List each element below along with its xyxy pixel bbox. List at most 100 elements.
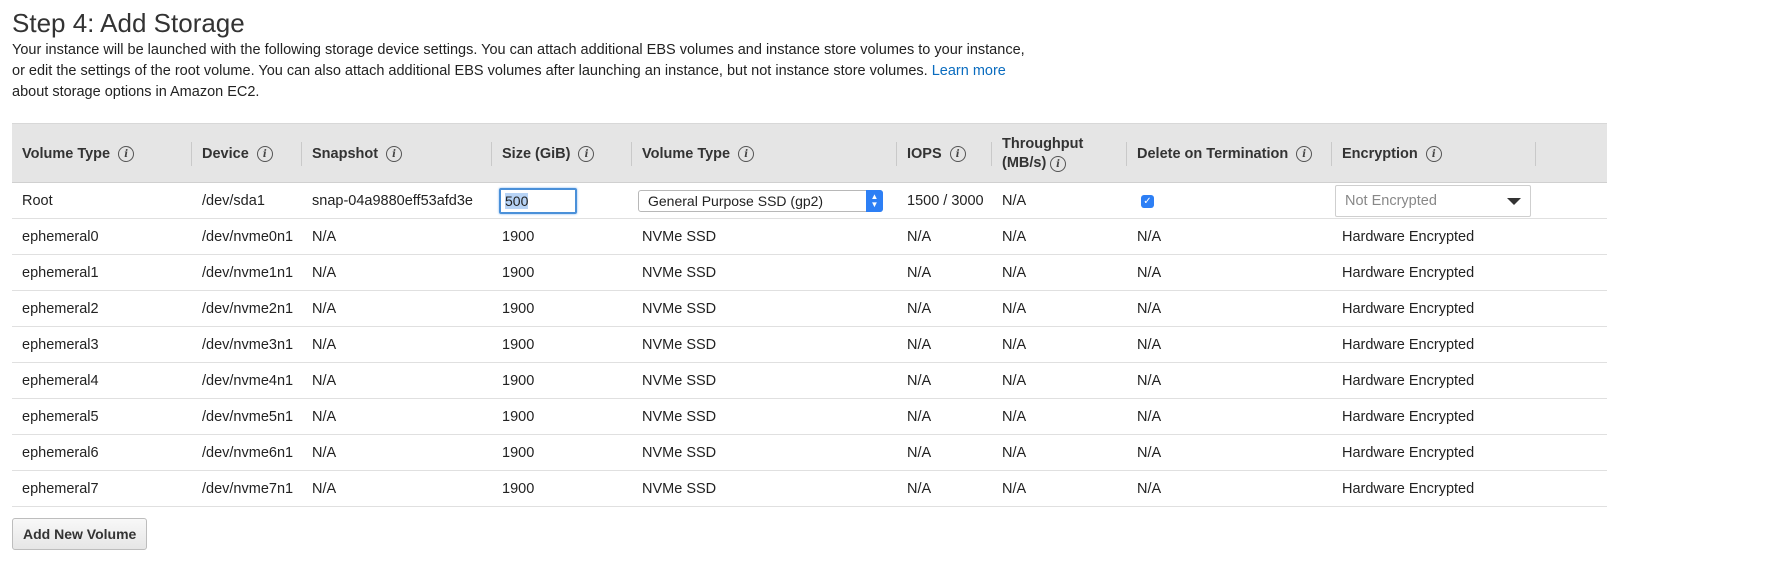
cell-delete-on-termination: N/A: [1137, 409, 1162, 425]
encryption-select-value: Not Encrypted: [1345, 193, 1437, 209]
cell-encryption: Hardware Encrypted: [1342, 445, 1475, 461]
header-snapshot: Snapshot i: [302, 124, 492, 184]
info-icon[interactable]: i: [1296, 146, 1313, 162]
cell-device: /dev/nvme1n1: [202, 265, 294, 281]
cell-delete-on-termination: N/A: [1137, 229, 1162, 245]
header-volume-type-2: Volume Type i: [632, 124, 897, 184]
cell-snapshot: N/A: [312, 481, 337, 497]
cell-volume-type: NVMe SSD: [642, 229, 717, 245]
cell-volume-type: ephemeral5: [22, 409, 99, 425]
cell-throughput: N/A: [1002, 229, 1027, 245]
cell-volume-type: ephemeral2: [22, 301, 99, 317]
table-row-root: Root /dev/sda1 snap-04a9880eff53afd3e 50…: [12, 183, 1607, 219]
encryption-select[interactable]: Not Encrypted: [1335, 185, 1531, 217]
cell-encryption: Hardware Encrypted: [1342, 229, 1475, 245]
cell-iops: N/A: [907, 265, 932, 281]
page-description: Your instance will be launched with the …: [12, 40, 1032, 103]
cell-volume-type: ephemeral1: [22, 265, 99, 281]
table-header: Volume Type i Device i Snapshot i Size (…: [12, 123, 1607, 183]
header-delete-on-termination: Delete on Termination i: [1127, 124, 1332, 184]
header-device-label: Device: [202, 146, 249, 162]
cell-iops: N/A: [907, 337, 932, 353]
header-volume-type-2-label: Volume Type: [642, 146, 731, 162]
cell-throughput: N/A: [1002, 265, 1027, 281]
cell-volume-type: NVMe SSD: [642, 409, 717, 425]
size-input-value: 500: [505, 193, 529, 209]
learn-more-link[interactable]: Learn more: [932, 63, 1006, 79]
cell-delete-on-termination: N/A: [1137, 265, 1162, 281]
table-row: ephemeral2/dev/nvme2n1 N/A 1900 NVMe SSD N/A…: [12, 291, 1607, 327]
cell-device: /dev/sda1: [202, 193, 265, 209]
header-iops-label: IOPS: [907, 146, 942, 162]
info-icon[interactable]: i: [578, 146, 595, 162]
cell-iops: N/A: [907, 409, 932, 425]
table-row: ephemeral0/dev/nvme0n1 N/A 1900 NVMe SSD N/A…: [12, 219, 1607, 255]
cell-volume-type: Root: [22, 193, 53, 209]
caret-down-icon: [1507, 198, 1521, 205]
table-row: ephemeral5/dev/nvme5n1 N/A 1900 NVMe SSD N/A…: [12, 399, 1607, 435]
cell-volume-type: NVMe SSD: [642, 301, 717, 317]
info-icon[interactable]: i: [118, 146, 135, 162]
cell-encryption: Hardware Encrypted: [1342, 337, 1475, 353]
info-icon[interactable]: i: [1050, 156, 1066, 172]
cell-iops: N/A: [907, 445, 932, 461]
cell-encryption: Hardware Encrypted: [1342, 481, 1475, 497]
info-icon[interactable]: i: [256, 146, 273, 162]
cell-iops: N/A: [907, 301, 932, 317]
cell-iops: N/A: [907, 229, 932, 245]
header-volume-type: Volume Type i: [12, 124, 192, 184]
cell-device: /dev/nvme5n1: [202, 409, 294, 425]
cell-delete-on-termination: N/A: [1137, 301, 1162, 317]
header-size: Size (GiB) i: [492, 124, 632, 184]
delete-on-termination-checkbox[interactable]: ✓: [1141, 194, 1154, 208]
cell-size: 1900: [502, 337, 535, 353]
add-new-volume-button[interactable]: Add New Volume: [12, 518, 148, 550]
select-stepper-icon: ▲ ▼: [866, 190, 883, 212]
cell-size: 1900: [502, 229, 535, 245]
info-icon[interactable]: i: [949, 146, 966, 162]
cell-volume-type: NVMe SSD: [642, 481, 717, 497]
header-iops: IOPS i: [897, 124, 992, 184]
cell-encryption: Hardware Encrypted: [1342, 301, 1475, 317]
cell-snapshot: N/A: [312, 445, 337, 461]
header-throughput-text: Throughput (MB/s): [1002, 136, 1084, 171]
cell-delete-on-termination: N/A: [1137, 481, 1162, 497]
description-text: Your instance will be launched with the …: [12, 42, 1025, 79]
cell-device: /dev/nvme0n1: [202, 229, 294, 245]
table-row: ephemeral1/dev/nvme1n1 N/A 1900 NVMe SSD N/A…: [12, 255, 1607, 291]
volume-type-select[interactable]: General Purpose SSD (gp2) ▲ ▼: [638, 190, 883, 212]
cell-throughput: N/A: [1002, 481, 1027, 497]
cell-snapshot: N/A: [312, 337, 337, 353]
cell-volume-type: ephemeral0: [22, 229, 99, 245]
cell-encryption: Hardware Encrypted: [1342, 409, 1475, 425]
cell-delete-on-termination: N/A: [1137, 373, 1162, 389]
table-row: ephemeral3/dev/nvme3n1 N/A 1900 NVMe SSD N/A…: [12, 327, 1607, 363]
cell-volume-type: NVMe SSD: [642, 373, 717, 389]
cell-volume-type: NVMe SSD: [642, 265, 717, 281]
cell-size: 1900: [502, 265, 535, 281]
cell-throughput: N/A: [1002, 373, 1027, 389]
description-text-2: about storage options in Amazon EC2.: [12, 84, 260, 100]
ephemeral-rows: ephemeral0/dev/nvme0n1 N/A 1900 NVMe SSD N/A…: [12, 219, 1607, 507]
cell-throughput: N/A: [1002, 445, 1027, 461]
size-input[interactable]: 500: [499, 188, 577, 214]
info-icon[interactable]: i: [738, 146, 755, 162]
cell-iops: 1500 / 3000: [907, 193, 984, 209]
cell-device: /dev/nvme2n1: [202, 301, 294, 317]
volume-type-select-value: General Purpose SSD (gp2): [648, 193, 824, 209]
page-title: Step 4: Add Storage: [12, 8, 245, 38]
cell-device: /dev/nvme3n1: [202, 337, 294, 353]
storage-table: Volume Type i Device i Snapshot i Size (…: [12, 123, 1607, 507]
header-throughput-label: Throughput (MB/s): [1002, 135, 1092, 173]
header-size-label: Size (GiB): [502, 146, 571, 162]
cell-snapshot: N/A: [312, 265, 337, 281]
cell-snapshot: N/A: [312, 373, 337, 389]
cell-snapshot: N/A: [312, 409, 337, 425]
info-icon[interactable]: i: [1425, 146, 1442, 162]
info-icon[interactable]: i: [386, 146, 403, 162]
cell-encryption: Hardware Encrypted: [1342, 265, 1475, 281]
cell-size: 1900: [502, 301, 535, 317]
cell-delete-on-termination: ✓: [1127, 183, 1154, 219]
header-device: Device i: [192, 124, 302, 184]
cell-snapshot: N/A: [312, 301, 337, 317]
